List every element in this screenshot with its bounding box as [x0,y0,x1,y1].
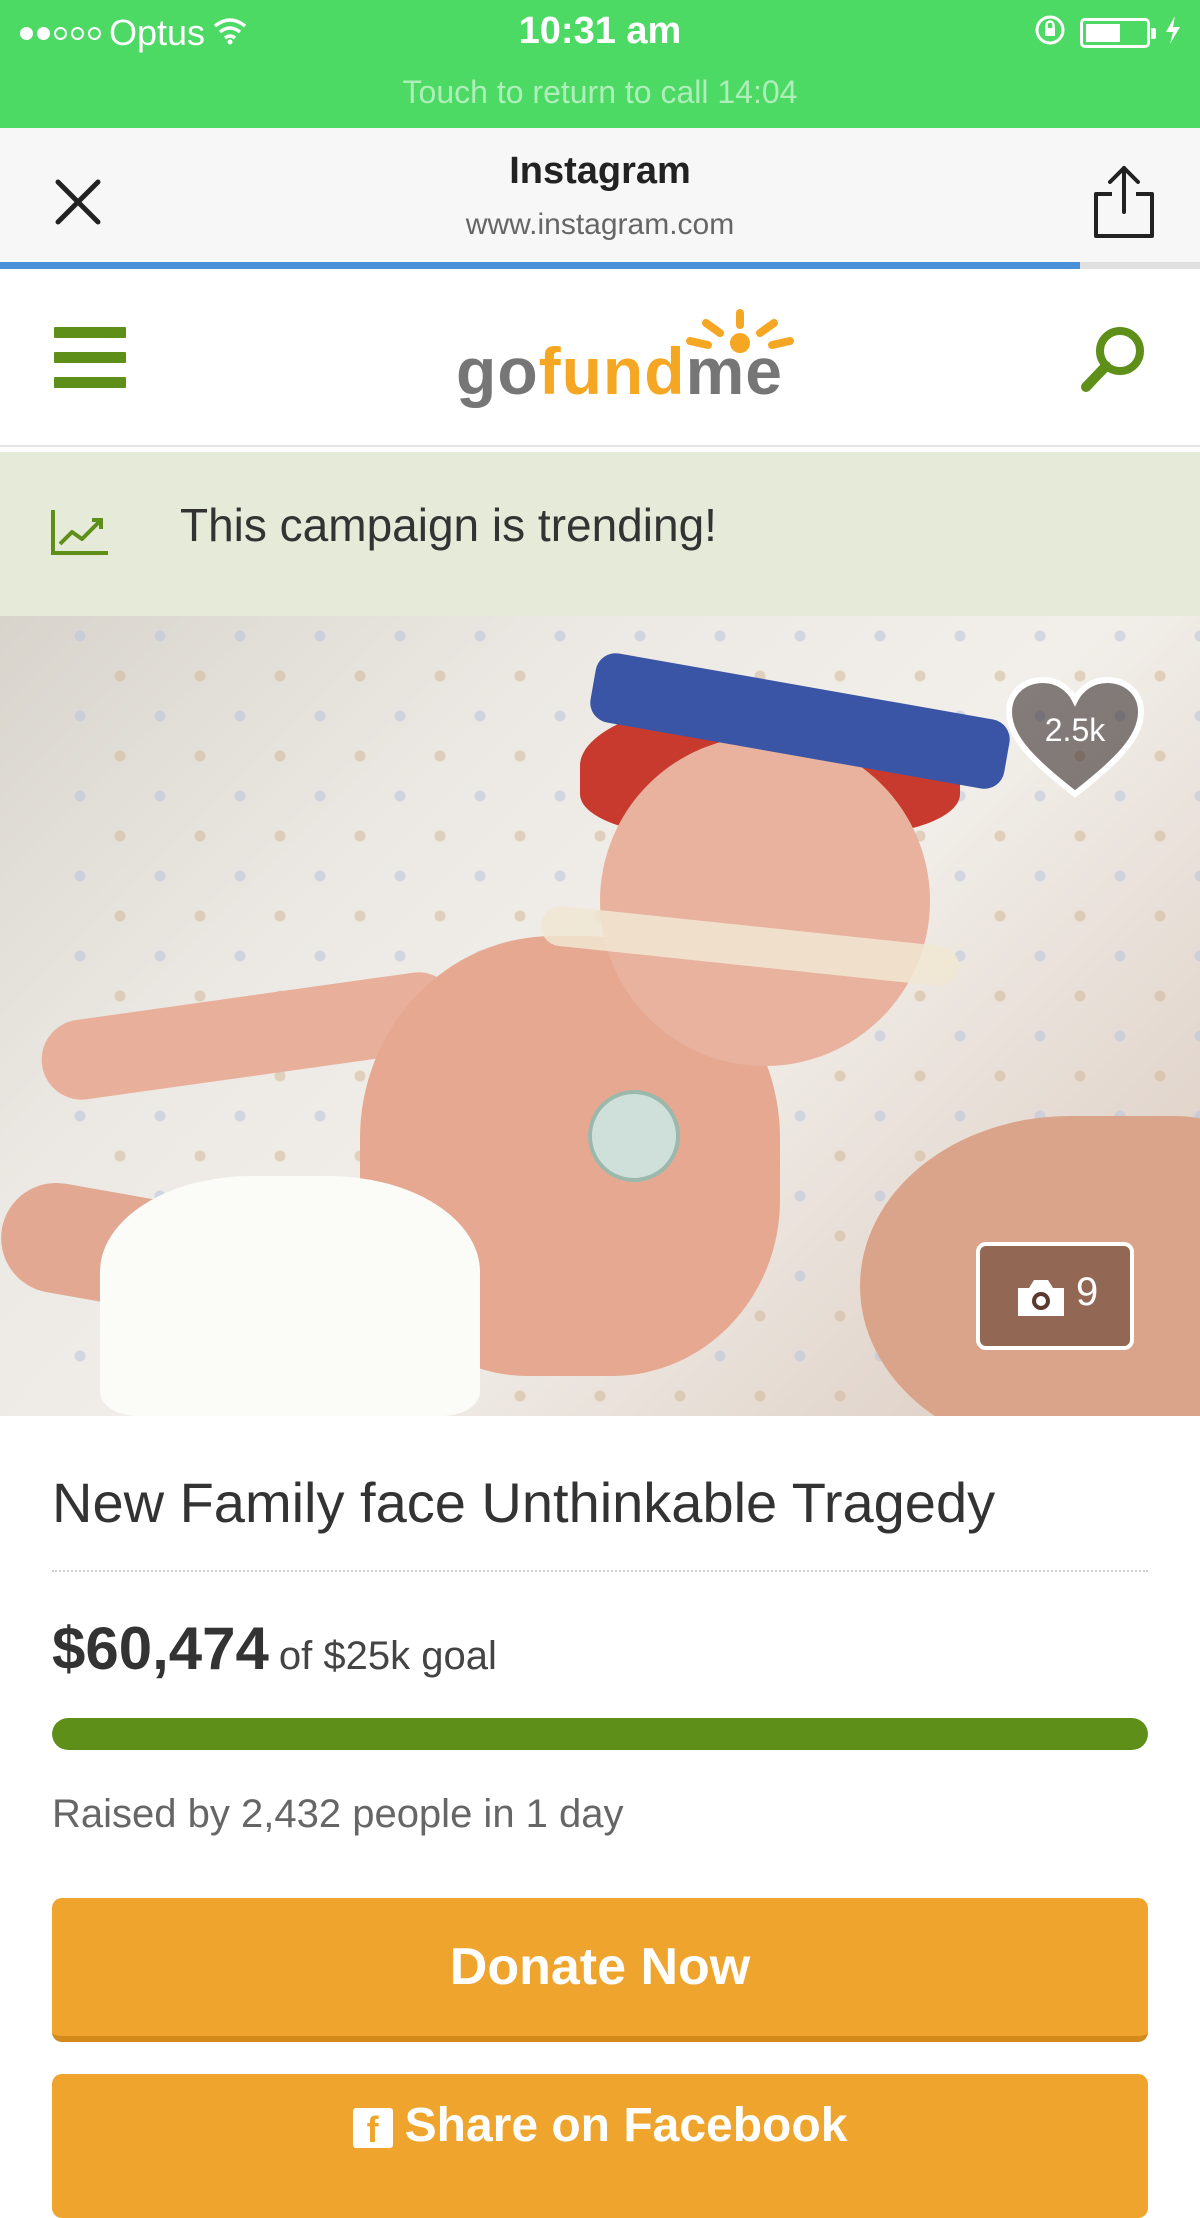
funding-progress-fill [52,1718,1148,1750]
share-icon[interactable] [1088,162,1160,240]
goal-text: of $25k goal [278,1634,497,1678]
share-on-facebook-button[interactable]: f Share on Facebook [52,2074,1148,2218]
photo-gallery-button[interactable]: 9 [976,1242,1134,1350]
like-count: 2.5k [1044,712,1106,748]
charging-bolt-icon [1164,15,1182,50]
campaign-title: New Family face Unthinkable Tragedy [52,1471,996,1534]
rotation-lock-icon [1034,14,1066,51]
status-bar: Optus 10:31 am Touch to return to call 1… [0,0,1200,128]
clock: 10:31 am [518,10,682,52]
status-icons [1034,14,1182,51]
camera-icon [1018,1280,1064,1316]
return-to-call-banner[interactable]: Touch to return to call 14:04 [0,74,1200,111]
logo-wordmark: gofundme [456,334,783,408]
page-load-progress-fill [0,262,1080,269]
site-navbar: gofundme [0,269,1200,447]
raised-by-text: Raised by 2,432 people in 1 day [52,1792,624,1836]
amount-raised: $60,474 of $25k goal [52,1614,1152,1683]
browser-page-title: Instagram [509,150,691,192]
donate-now-button[interactable]: Donate Now [52,1898,1148,2042]
gofundme-logo[interactable]: gofundme [440,309,800,419]
search-icon[interactable] [1074,319,1154,399]
photo-count: 9 [1076,1270,1099,1314]
battery-icon [1080,17,1156,48]
like-heart-button[interactable]: 2.5k [1004,676,1146,800]
trending-text: This campaign is trending! [180,499,717,551]
trend-chart-icon [50,508,110,556]
divider [52,1570,1148,1572]
browser-header: Instagram www.instagram.com [0,128,1200,266]
page-load-progress [0,262,1200,269]
raised-amount: $60,474 [52,1615,269,1682]
hamburger-menu-icon[interactable] [54,327,126,388]
browser-url: www.instagram.com [465,208,735,241]
share-button-label: Share on Facebook [404,2099,848,2152]
funding-progress-bar [52,1718,1148,1750]
facebook-icon: f [352,2108,393,2150]
